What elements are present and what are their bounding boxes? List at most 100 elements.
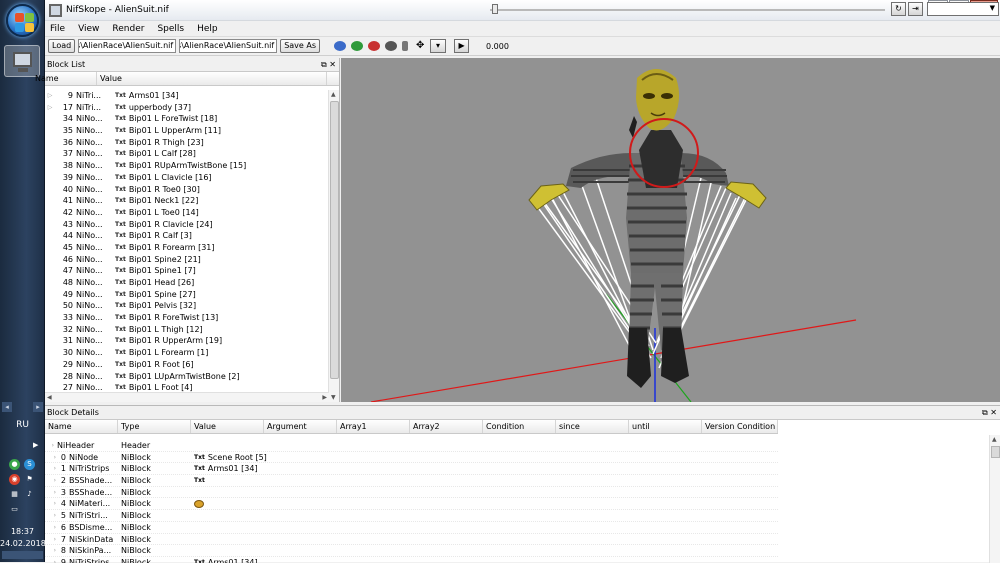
load-button[interactable]: Load <box>48 39 76 53</box>
header-version-condition[interactable]: Version Condition <box>702 420 778 433</box>
block-list-row[interactable]: 27 NiNo... Txt Bip01 L Foot [4] <box>45 382 328 392</box>
block-list-hscroll[interactable]: ◀ ▶ <box>45 392 329 402</box>
block-list-row[interactable]: 39 NiNo... Txt Bip01 L Clavicle [16] <box>45 172 328 184</box>
expand-arrow-icon[interactable]: ▷ <box>45 90 55 102</box>
tray-antivirus-icon[interactable]: ◉ <box>9 474 20 485</box>
save-as-button[interactable]: Save As <box>280 39 321 53</box>
block-details-row[interactable]: › 3 BSShade... NiBlock <box>45 487 778 499</box>
header-name[interactable]: Name <box>45 420 118 433</box>
expand-arrow-icon[interactable]: › <box>45 510 59 521</box>
block-list-row[interactable]: 34 NiNo... Txt Bip01 L ForeTwist [18] <box>45 113 328 125</box>
move-icon[interactable]: ✥ <box>416 41 430 51</box>
menu-view[interactable]: View <box>78 24 99 34</box>
expand-arrow-icon[interactable]: › <box>45 452 59 463</box>
header-array2[interactable]: Array2 <box>410 420 483 433</box>
clock-time[interactable]: 18:37 <box>0 527 45 536</box>
block-list-row[interactable]: ▷ 9 NiTri... Txt Arms01 [34] <box>45 90 328 102</box>
expand-arrow-icon[interactable]: › <box>45 545 59 556</box>
block-details-row[interactable]: › 2 BSShade... NiBlock Txt <box>45 475 778 487</box>
block-list-row[interactable]: 45 NiNo... Txt Bip01 R Forearm [31] <box>45 242 328 254</box>
tray-flag-icon[interactable]: ⚑ <box>24 474 35 485</box>
tray-misc-icon[interactable]: ▭ <box>9 504 20 515</box>
walk-icon[interactable] <box>402 41 409 51</box>
block-details-row[interactable]: › 9 NiTriStrips NiBlock Txt Arms01 [34] <box>45 557 778 563</box>
block-details-vscroll[interactable]: ▲ <box>989 435 1000 563</box>
animation-slider-thumb[interactable] <box>492 4 498 14</box>
expand-arrow-icon[interactable]: › <box>45 440 57 451</box>
block-list-row[interactable]: 43 NiNo... Txt Bip01 R Clavicle [24] <box>45 219 328 231</box>
view-menu-icon[interactable]: ▾ <box>430 39 447 53</box>
block-details-row[interactable]: › 7 NiSkinData NiBlock <box>45 534 778 546</box>
block-list-row[interactable]: 46 NiNo... Txt Bip01 Spine2 [21] <box>45 254 328 266</box>
view-front-icon[interactable] <box>334 41 347 51</box>
tray-volume-icon[interactable]: ♪ <box>24 489 35 500</box>
tray-app-icon[interactable]: ● <box>9 459 20 470</box>
show-desktop-button[interactable] <box>2 551 43 559</box>
float-icon[interactable]: ⧉ <box>982 408 988 417</box>
block-list-row[interactable]: 42 NiNo... Txt Bip01 L Toe0 [14] <box>45 207 328 219</box>
block-list-row[interactable]: 35 NiNo... Txt Bip01 L UpperArm [11] <box>45 125 328 137</box>
block-details-row[interactable]: › 8 NiSkinPa... NiBlock <box>45 545 778 557</box>
animation-select[interactable]: ▼ <box>927 2 999 16</box>
header-value[interactable]: Value <box>97 72 327 85</box>
expand-arrow-icon[interactable]: › <box>45 463 59 474</box>
header-argument[interactable]: Argument <box>264 420 337 433</box>
animation-slider[interactable] <box>490 9 885 11</box>
expand-arrow-icon[interactable]: › <box>45 475 59 486</box>
block-list-row[interactable]: 36 NiNo... Txt Bip01 R Thigh [23] <box>45 137 328 149</box>
header-type[interactable]: Type <box>118 420 191 433</box>
block-list-row[interactable]: 29 NiNo... Txt Bip01 R Foot [6] <box>45 359 328 371</box>
menu-spells[interactable]: Spells <box>157 24 184 34</box>
block-list-row[interactable]: 30 NiNo... Txt Bip01 L Forearm [1] <box>45 347 328 359</box>
view-side-icon[interactable] <box>351 41 364 51</box>
block-list-row[interactable]: 38 NiNo... Txt Bip01 RUpArmTwistBone [15] <box>45 160 328 172</box>
close-panel-icon[interactable]: ✕ <box>329 60 336 69</box>
load-path-field[interactable]: ...nes\AlienRace\AlienSuit.nif <box>78 39 177 53</box>
header-condition[interactable]: Condition <box>483 420 556 433</box>
block-list-row[interactable]: 41 NiNo... Txt Bip01 Neck1 [22] <box>45 195 328 207</box>
taskbar-scroll[interactable]: ◂ ▸ <box>2 402 43 412</box>
render-viewport[interactable] <box>341 58 1000 402</box>
block-list-row[interactable]: 49 NiNo... Txt Bip01 Spine [27] <box>45 289 328 301</box>
float-icon[interactable]: ⧉ <box>321 60 327 69</box>
block-list-row[interactable]: 47 NiNo... Txt Bip01 Spine1 [7] <box>45 265 328 277</box>
menu-help[interactable]: Help <box>197 24 218 34</box>
loop-icon[interactable]: ↻ <box>891 2 906 16</box>
save-path-field[interactable]: ...nes\AlienRace\AlienSuit.nif <box>179 39 278 53</box>
block-list-row[interactable]: 31 NiNo... Txt Bip01 R UpperArm [19] <box>45 335 328 347</box>
block-list-row[interactable]: 37 NiNo... Txt Bip01 L Calf [28] <box>45 148 328 160</box>
expand-arrow-icon[interactable]: › <box>45 557 59 563</box>
block-list-row[interactable]: 50 NiNo... Txt Bip01 Pelvis [32] <box>45 300 328 312</box>
block-details-row[interactable]: › 0 NiNode NiBlock Txt Scene Root [5] <box>45 452 778 464</box>
menu-file[interactable]: File <box>50 24 65 34</box>
expand-arrow-icon[interactable]: › <box>45 487 59 498</box>
expand-arrow-icon[interactable]: › <box>45 534 59 545</box>
header-until[interactable]: until <box>629 420 702 433</box>
block-list-row[interactable]: 28 NiNo... Txt Bip01 LUpArmTwistBone [2] <box>45 371 328 383</box>
block-list-row[interactable]: 40 NiNo... Txt Bip01 R Toe0 [30] <box>45 184 328 196</box>
header-since[interactable]: since <box>556 420 629 433</box>
clock-date[interactable]: 24.02.2018 <box>0 539 46 548</box>
view-top-icon[interactable] <box>368 41 381 51</box>
block-list-row[interactable]: ▷ 17 NiTri... Txt upperbody [37] <box>45 102 328 114</box>
block-list-row[interactable]: 33 NiNo... Txt Bip01 R ForeTwist [13] <box>45 312 328 324</box>
tray-network-icon[interactable]: ▦ <box>9 489 20 500</box>
block-list-row[interactable]: 32 NiNo... Txt Bip01 L Thigh [12] <box>45 324 328 336</box>
block-list-vscroll[interactable]: ▲ ▼ <box>328 90 339 402</box>
tray-skype-icon[interactable]: S <box>24 459 35 470</box>
view-user-icon[interactable] <box>385 41 398 51</box>
header-name[interactable]: Name <box>35 72 97 85</box>
expand-arrow-icon[interactable]: ▷ <box>45 102 55 114</box>
block-list-row[interactable]: 44 NiNo... Txt Bip01 R Calf [3] <box>45 230 328 242</box>
switch-icon[interactable]: ⇥ <box>908 2 923 16</box>
block-details-row[interactable]: › NiHeader Header <box>45 440 778 452</box>
block-details-row[interactable]: › 5 NiTriStri... NiBlock <box>45 510 778 522</box>
expand-arrow-icon[interactable]: › <box>45 522 59 533</box>
block-details-row[interactable]: › 6 BSDisme... NiBlock <box>45 522 778 534</box>
start-orb-icon[interactable] <box>6 4 39 37</box>
header-value[interactable]: Value <box>191 420 264 433</box>
tray-expand-icon[interactable]: ▶ <box>33 441 38 449</box>
block-list-row[interactable]: 48 NiNo... Txt Bip01 Head [26] <box>45 277 328 289</box>
block-details-row[interactable]: › 1 NiTriStrips NiBlock Txt Arms01 [34] <box>45 463 778 476</box>
block-details-row[interactable]: › 4 NiMateri... NiBlock <box>45 498 778 511</box>
